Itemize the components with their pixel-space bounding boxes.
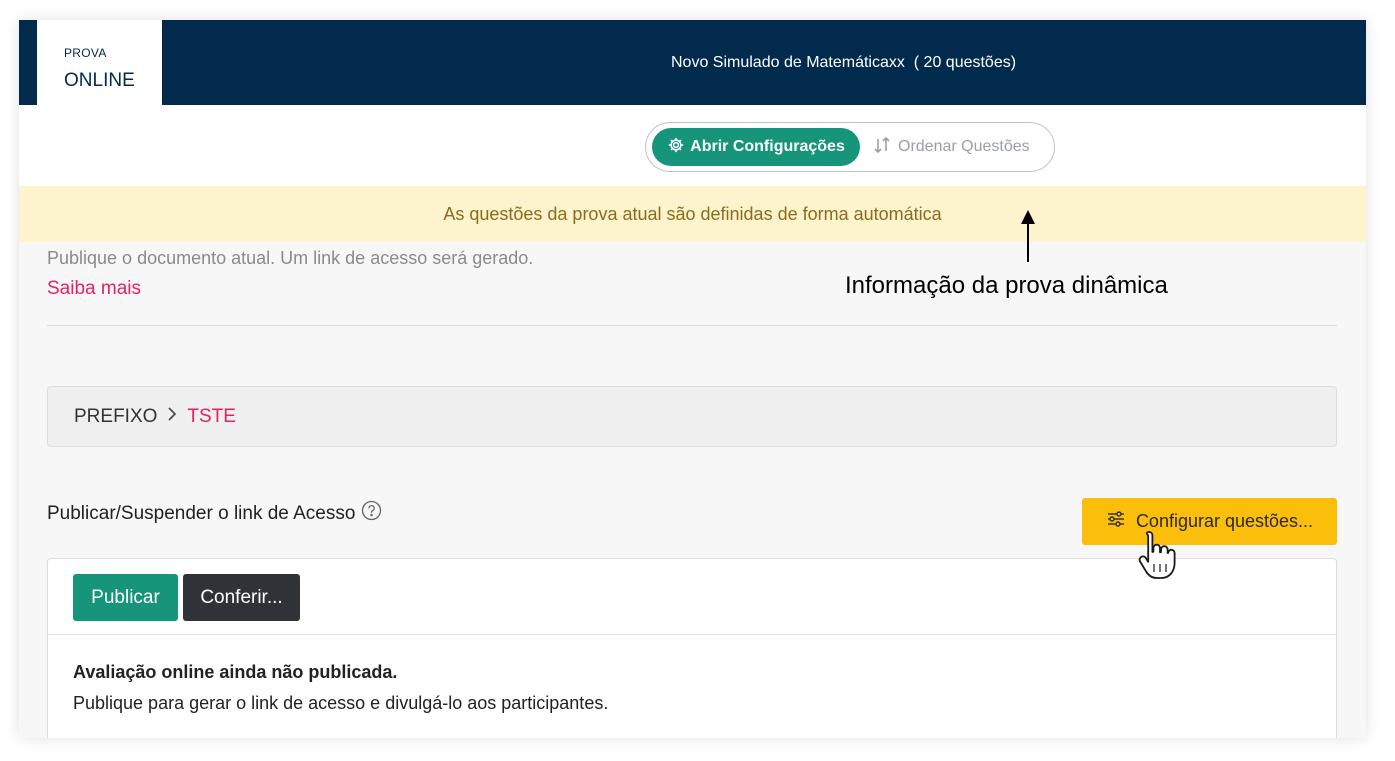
brand-logo[interactable]: PROVA ONLINE: [37, 20, 162, 105]
toolbar: Abrir Configurações Ordenar Questões: [19, 105, 1366, 186]
open-settings-label: Abrir Configurações: [690, 138, 845, 155]
publish-button[interactable]: Publicar: [73, 574, 178, 621]
gear-icon: [667, 136, 685, 159]
check-button[interactable]: Conferir...: [183, 574, 300, 621]
mode-switcher: Abrir Configurações Ordenar Questões: [645, 122, 1055, 172]
card-actions: Publicar Conferir...: [73, 574, 300, 621]
brand-small-label: PROVA: [64, 46, 107, 60]
card-divider: [48, 634, 1336, 635]
open-settings-button[interactable]: Abrir Configurações: [652, 128, 860, 166]
hand-cursor-icon: [1132, 528, 1178, 589]
sort-arrows-icon: [872, 135, 892, 160]
sliders-icon: [1106, 509, 1126, 534]
dynamic-exam-alert: As questões da prova atual são definidas…: [19, 186, 1366, 242]
configure-questions-button[interactable]: Configurar questões...: [1082, 498, 1337, 545]
order-questions-label: Ordenar Questões: [898, 138, 1030, 155]
chevron-right-icon: [165, 406, 179, 428]
learn-more-link[interactable]: Saiba mais: [47, 278, 141, 300]
alert-text: As questões da prova atual são definidas…: [443, 203, 942, 224]
access-section-title: Publicar/Suspender o link de Acesso: [47, 500, 382, 527]
annotation-arrow-icon: [1018, 210, 1038, 270]
breadcrumb: PREFIXO TSTE: [47, 386, 1337, 447]
exam-title: Novo Simulado de Matemáticaxx ( 20 quest…: [671, 54, 1017, 71]
order-questions-button[interactable]: Ordenar Questões: [872, 128, 1048, 166]
divider: [47, 325, 1337, 326]
question-circle-icon[interactable]: [361, 500, 382, 527]
top-bar: PROVA ONLINE Novo Simulado de Matemática…: [19, 20, 1366, 105]
access-title-text: Publicar/Suspender o link de Acesso: [47, 502, 356, 524]
app-window: PROVA ONLINE Novo Simulado de Matemática…: [19, 20, 1366, 738]
annotation-label: Informação da prova dinâmica: [845, 272, 1168, 299]
publish-hint: Publique o documento atual. Um link de a…: [47, 248, 534, 268]
brand-big-label: ONLINE: [64, 70, 135, 91]
breadcrumb-prefix[interactable]: PREFIXO: [74, 406, 157, 428]
breadcrumb-current[interactable]: TSTE: [187, 406, 236, 428]
status-text: Publique para gerar o link de acesso e d…: [73, 693, 609, 713]
status-title: Avaliação online ainda não publicada.: [73, 662, 398, 682]
